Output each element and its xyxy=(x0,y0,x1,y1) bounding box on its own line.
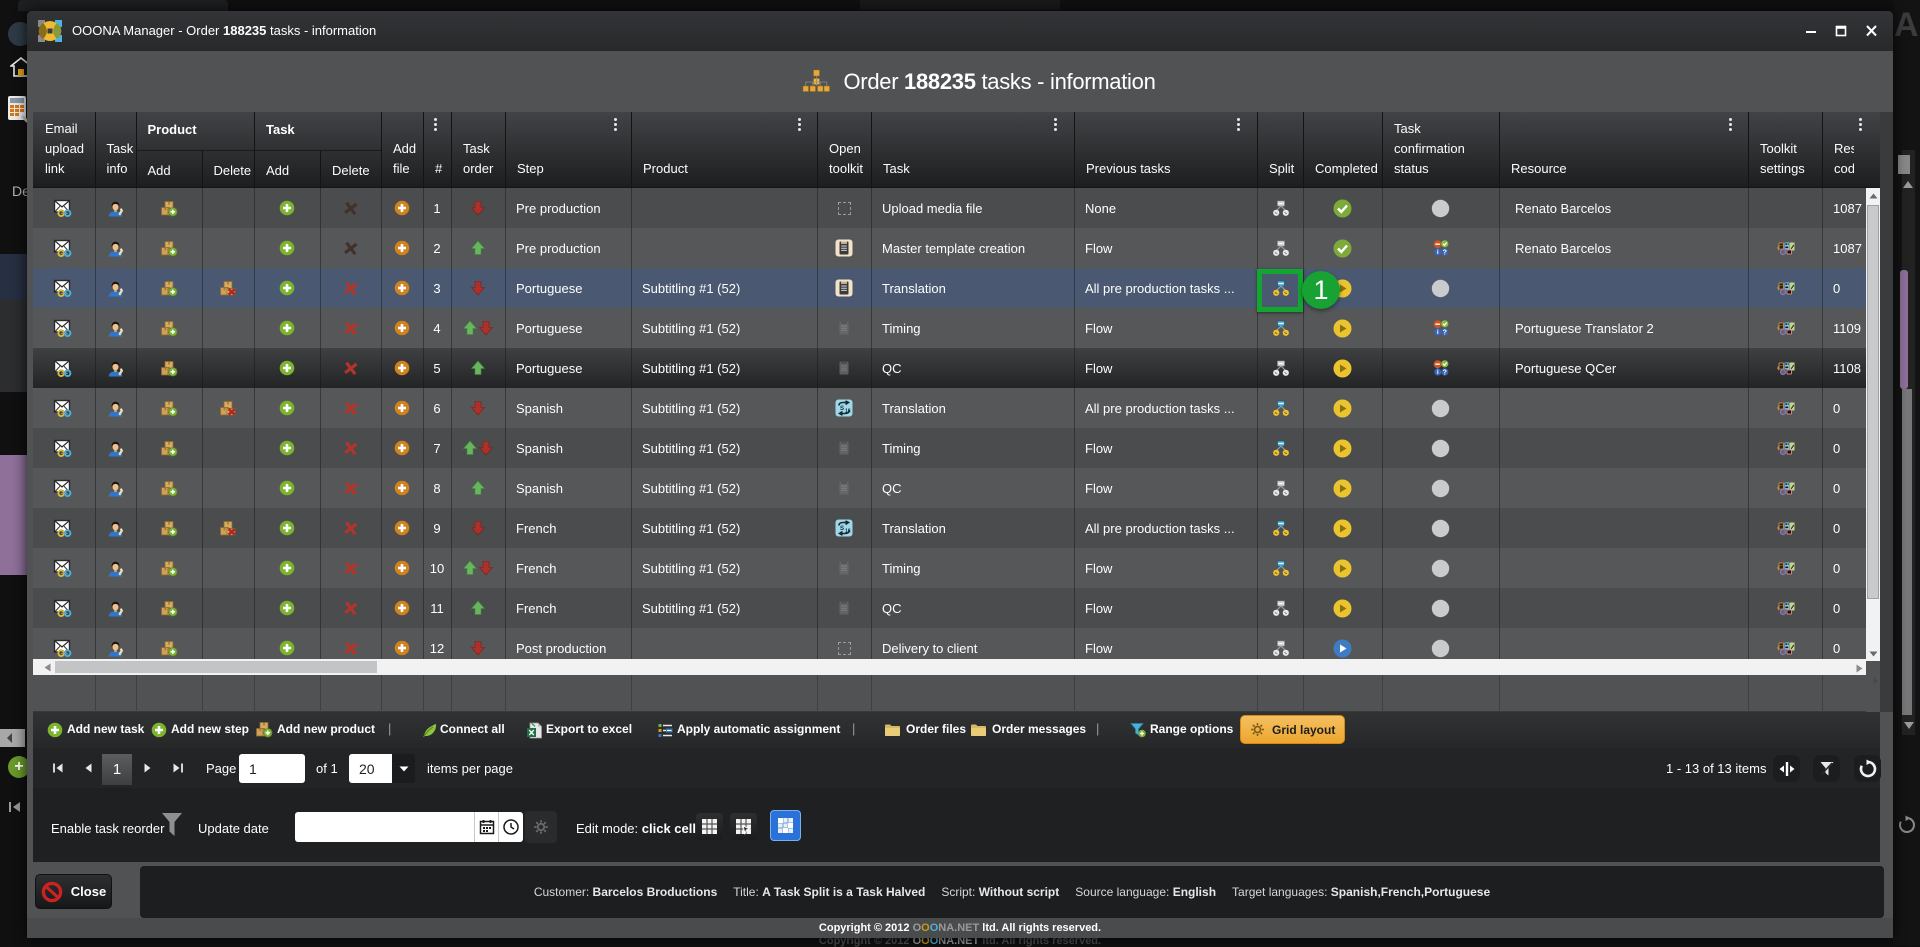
svg-text:S: S xyxy=(840,526,844,532)
svg-text:?: ? xyxy=(1442,249,1446,256)
svg-text:i: i xyxy=(1436,329,1438,336)
svg-text:?: ? xyxy=(1442,369,1446,376)
svg-text:18: 18 xyxy=(845,529,851,535)
svg-text:i: i xyxy=(1436,249,1438,256)
svg-text:i: i xyxy=(1436,369,1438,376)
svg-text:?: ? xyxy=(1442,329,1446,336)
svg-text:18: 18 xyxy=(845,409,851,415)
svg-text:S: S xyxy=(840,406,844,412)
